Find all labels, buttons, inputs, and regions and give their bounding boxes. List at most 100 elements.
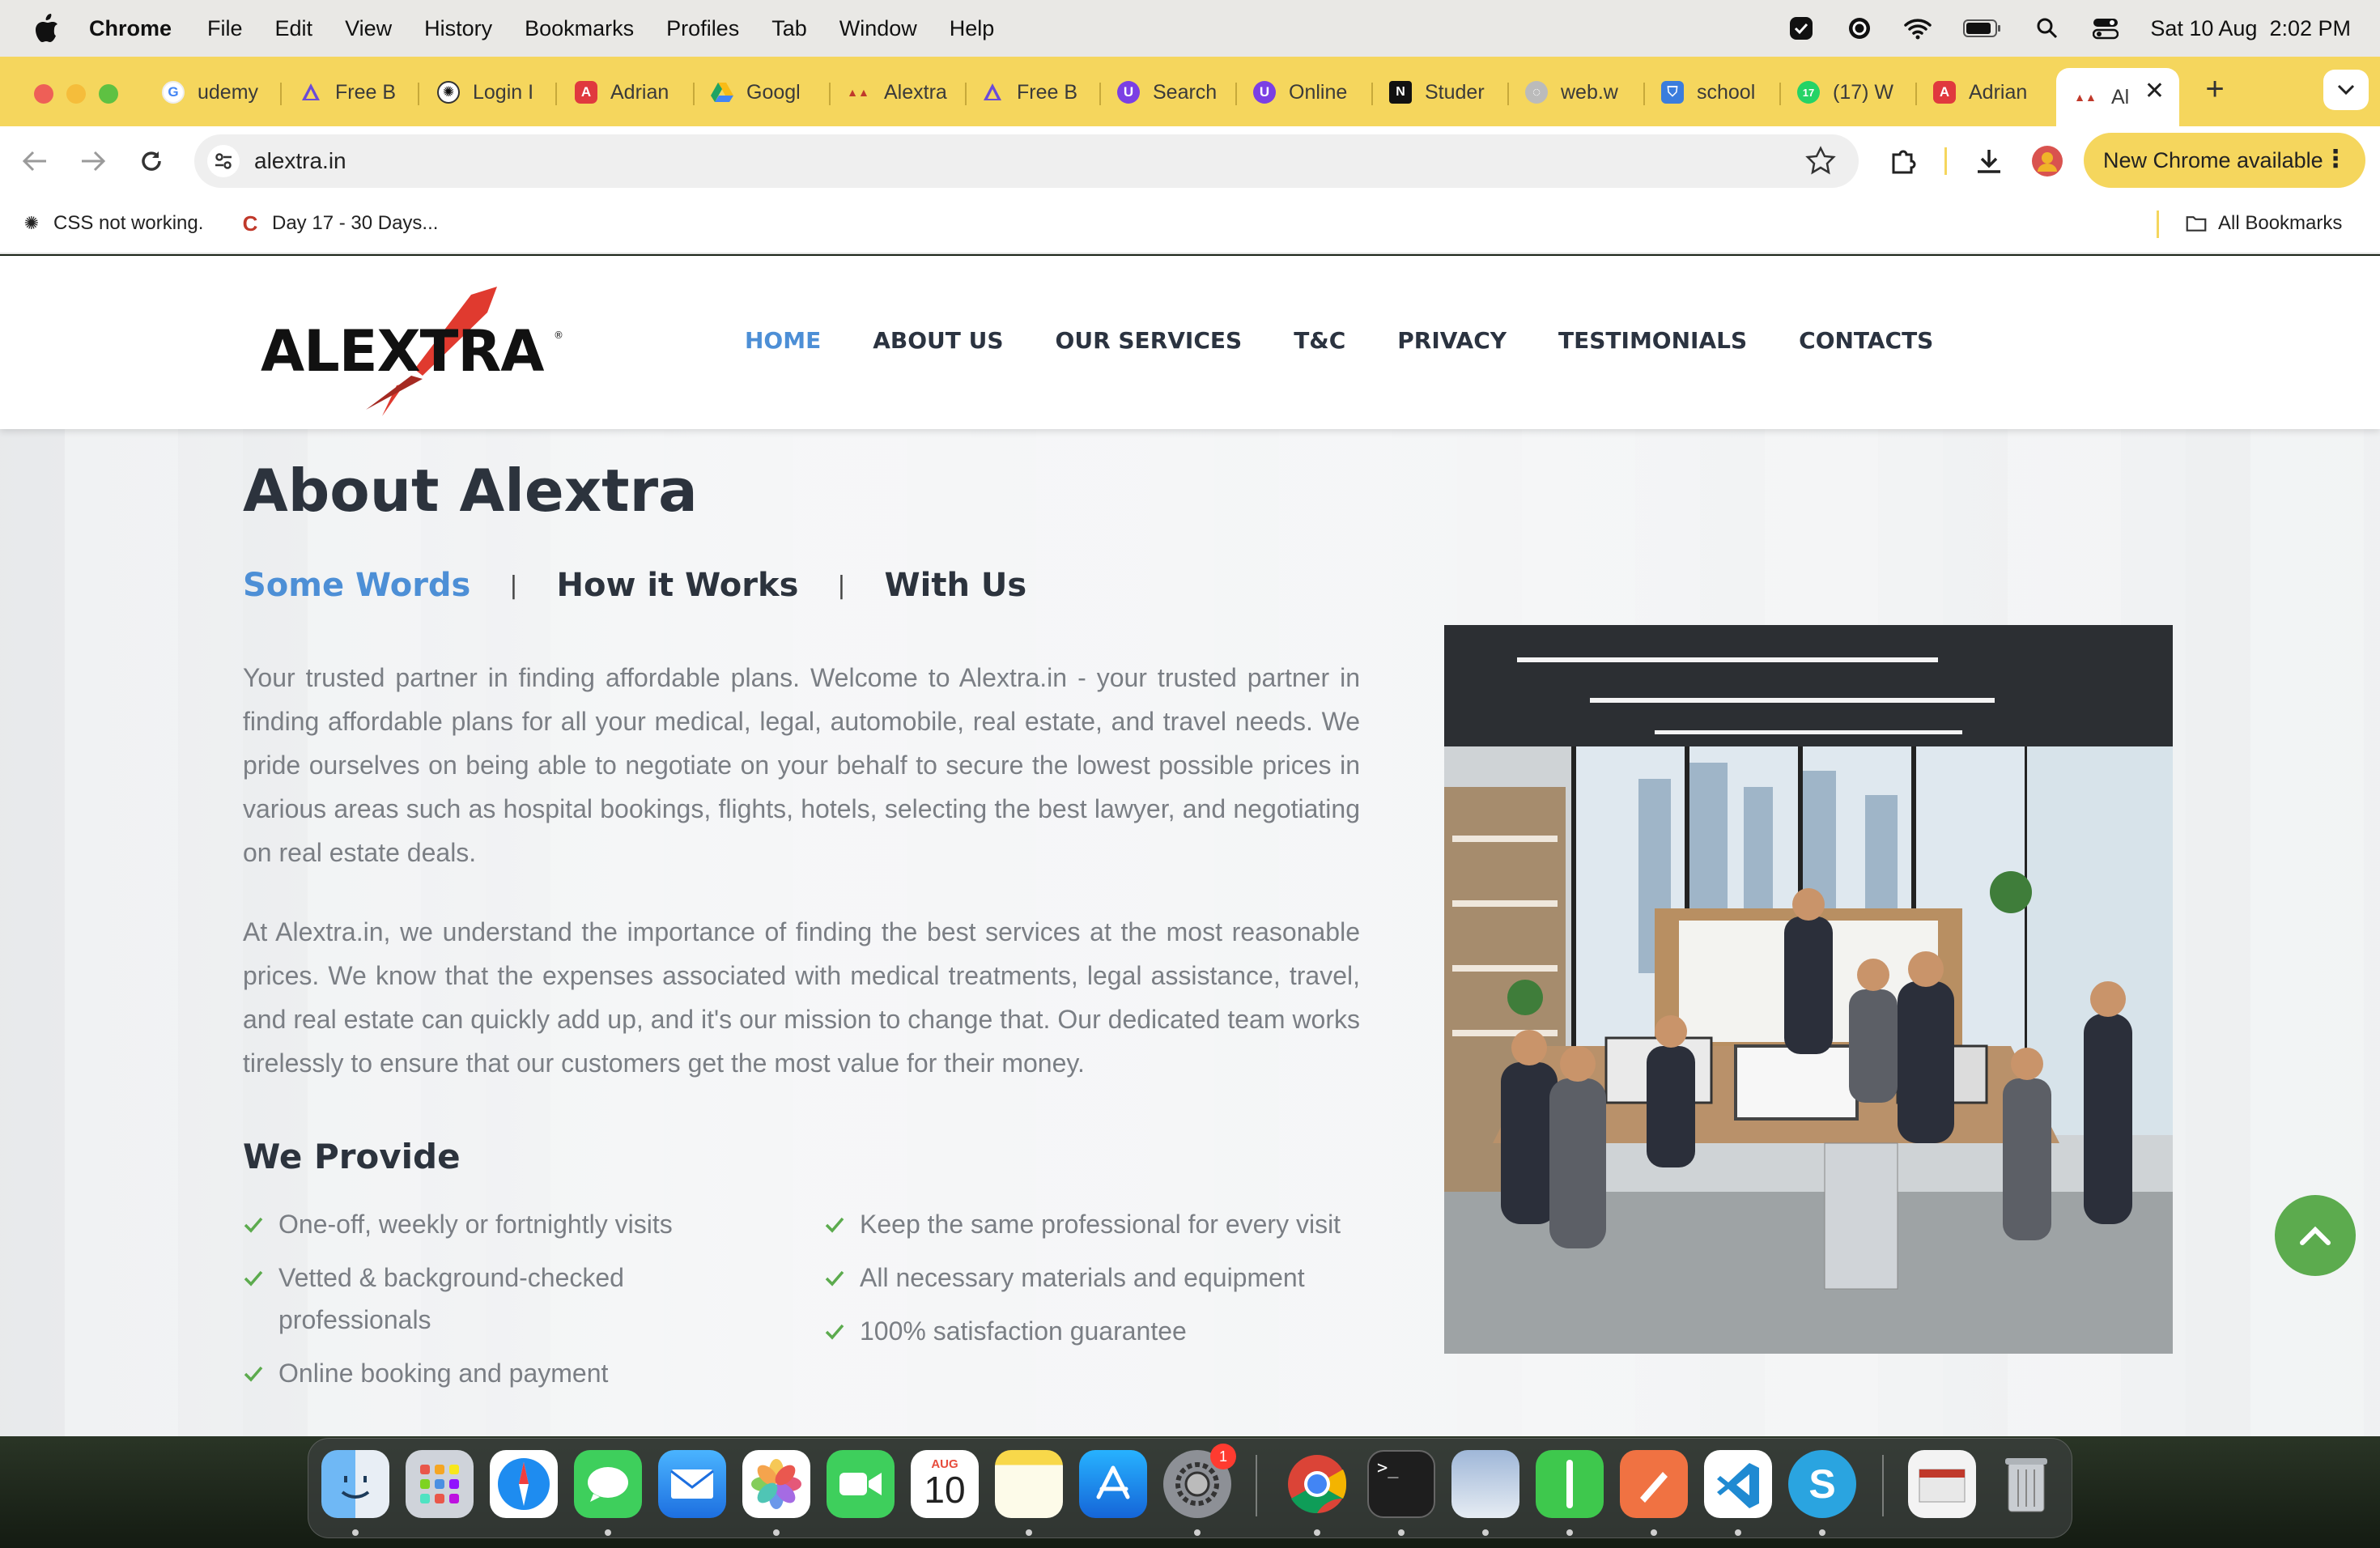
tab-online[interactable]: U Online: [1253, 68, 1358, 117]
nav-contacts[interactable]: CONTACTS: [1799, 327, 1933, 354]
tab-free-b-2[interactable]: Free B: [981, 68, 1086, 117]
new-chrome-available-button[interactable]: New Chrome available ⋮: [2084, 133, 2365, 188]
mail-icon[interactable]: [658, 1450, 726, 1518]
close-window-button[interactable]: [34, 84, 53, 104]
system-settings-icon[interactable]: 1: [1163, 1444, 1236, 1518]
chrome-toolbar: alextra.in New Chrome available ⋮: [0, 126, 2380, 196]
tab-alextra[interactable]: ▲▲ Alextra: [845, 68, 950, 117]
more-menu-icon[interactable]: ⋮: [2323, 146, 2348, 173]
back-button[interactable]: [16, 142, 53, 180]
all-bookmarks-button[interactable]: All Bookmarks: [2186, 212, 2342, 235]
notes-icon[interactable]: [995, 1450, 1063, 1518]
provide-item: All necessary materials and equipment: [824, 1257, 1391, 1299]
vscode-icon[interactable]: [1704, 1450, 1772, 1518]
tab-search[interactable]: U Search: [1117, 68, 1222, 117]
bookmark-day-17[interactable]: C Day 17 - 30 Days...: [240, 211, 439, 236]
provide-item: One-off, weekly or fortnightly visits: [243, 1203, 761, 1245]
nav-home[interactable]: HOME: [745, 327, 821, 354]
tab-free-b[interactable]: Free B: [300, 68, 405, 117]
nav-terms[interactable]: T&C: [1294, 327, 1345, 354]
openai-icon: ✺: [437, 81, 460, 104]
messages-icon[interactable]: [574, 1450, 642, 1518]
menu-file[interactable]: File: [207, 16, 243, 41]
menu-profiles[interactable]: Profiles: [666, 16, 739, 41]
site-info-icon[interactable]: [207, 145, 240, 177]
tab-udemy[interactable]: G udemy: [162, 68, 267, 117]
site-nav: HOME ABOUT US OUR SERVICES T&C PRIVACY T…: [745, 327, 1933, 354]
nav-privacy[interactable]: PRIVACY: [1397, 327, 1507, 354]
nav-testimonials[interactable]: TESTIMONIALS: [1558, 327, 1747, 354]
minimize-window-button[interactable]: [66, 84, 86, 104]
apple-icon[interactable]: [31, 13, 62, 44]
nav-about-us[interactable]: ABOUT US: [873, 327, 1003, 354]
close-tab-icon[interactable]: ✕: [2144, 79, 2165, 104]
tab-some-words[interactable]: Some Words: [243, 567, 470, 604]
menu-clock[interactable]: Sat 10 Aug 2:02 PM: [2150, 16, 2351, 41]
downloads-button[interactable]: [1970, 142, 2008, 180]
tab-with-us[interactable]: With Us: [885, 567, 1027, 604]
menu-edit[interactable]: Edit: [275, 16, 313, 41]
wifi-icon[interactable]: [1904, 15, 1932, 42]
menu-help[interactable]: Help: [950, 16, 995, 41]
forward-button[interactable]: [74, 142, 112, 180]
battery-icon[interactable]: [1962, 15, 2003, 42]
tab-search-button[interactable]: [2323, 70, 2369, 110]
app-store-icon[interactable]: [1079, 1450, 1147, 1518]
menu-view[interactable]: View: [345, 16, 392, 41]
menu-history[interactable]: History: [424, 16, 492, 41]
triangle-icon: [300, 81, 322, 104]
svg-text:®: ®: [554, 330, 563, 341]
tab-how-it-works[interactable]: How it Works: [556, 567, 798, 604]
bookmark-css-not-working[interactable]: ✺ CSS not working.: [21, 212, 204, 235]
photos-icon[interactable]: [742, 1450, 810, 1518]
globe-icon: ◌: [1525, 81, 1548, 104]
check-icon: [244, 1366, 263, 1382]
zoom-window-button[interactable]: [99, 84, 118, 104]
facetime-icon[interactable]: [827, 1450, 895, 1518]
tab-whatsapp[interactable]: 17 (17) W: [1797, 68, 1902, 117]
calendar-icon[interactable]: AUG 10: [911, 1450, 979, 1518]
terminal-icon[interactable]: >_: [1367, 1450, 1435, 1518]
bookmark-star-icon[interactable]: [1805, 146, 1836, 176]
address-bar[interactable]: alextra.in: [194, 134, 1859, 188]
profile-avatar[interactable]: [2029, 142, 2066, 180]
tab-active-alextra[interactable]: ▲▲ Al ✕: [2056, 68, 2179, 126]
tab-student[interactable]: N Studer: [1389, 68, 1494, 117]
menu-bookmarks[interactable]: Bookmarks: [525, 16, 634, 41]
trash-icon[interactable]: [1992, 1450, 2060, 1518]
google-drive-icon: [711, 81, 733, 104]
macos-menu-bar: Chrome File Edit View History Bookmarks …: [0, 0, 2380, 57]
alextra-logo[interactable]: ALEXTRA ®: [261, 280, 568, 418]
preview-icon[interactable]: [1451, 1450, 1519, 1518]
triangle-icon: [981, 81, 1004, 104]
chrome-tab-strip: G udemy Free B ✺ Login I A Adrian Googl …: [0, 57, 2380, 126]
launchpad-icon[interactable]: [406, 1450, 474, 1518]
extensions-button[interactable]: [1885, 142, 1922, 180]
documents-folder-icon[interactable]: [1908, 1450, 1976, 1518]
tab-adrian-2[interactable]: A Adrian: [1933, 68, 2038, 117]
safari-icon[interactable]: [490, 1450, 558, 1518]
control-center-icon[interactable]: [2092, 15, 2119, 42]
chrome-icon[interactable]: [1283, 1450, 1351, 1518]
nav-our-services[interactable]: OUR SERVICES: [1056, 327, 1243, 354]
macos-dock: AUG 10 1 >_ S: [308, 1438, 2072, 1538]
pen-app-icon[interactable]: [1620, 1450, 1688, 1518]
finder-icon[interactable]: [321, 1450, 389, 1518]
url-text[interactable]: alextra.in: [254, 148, 346, 174]
checkmark-status-icon[interactable]: [1787, 15, 1815, 42]
tab-adrian[interactable]: A Adrian: [575, 68, 680, 117]
tab-web-w[interactable]: ◌ web.w: [1525, 68, 1630, 117]
tab-school[interactable]: ⛉ school: [1661, 68, 1766, 117]
screen-record-icon[interactable]: [1846, 15, 1873, 42]
menu-tab[interactable]: Tab: [771, 16, 807, 41]
tab-login[interactable]: ✺ Login I: [437, 68, 542, 117]
scroll-to-top-button[interactable]: [2275, 1195, 2356, 1276]
skype-icon[interactable]: S: [1788, 1450, 1856, 1518]
menu-window[interactable]: Window: [839, 16, 917, 41]
reload-button[interactable]: [133, 142, 170, 180]
green-app-icon[interactable]: [1536, 1450, 1604, 1518]
spotlight-search-icon[interactable]: [2034, 15, 2061, 42]
menu-app-chrome[interactable]: Chrome: [89, 16, 172, 41]
tab-google-drive[interactable]: Googl: [711, 68, 816, 117]
new-tab-button[interactable]: +: [2199, 73, 2231, 105]
